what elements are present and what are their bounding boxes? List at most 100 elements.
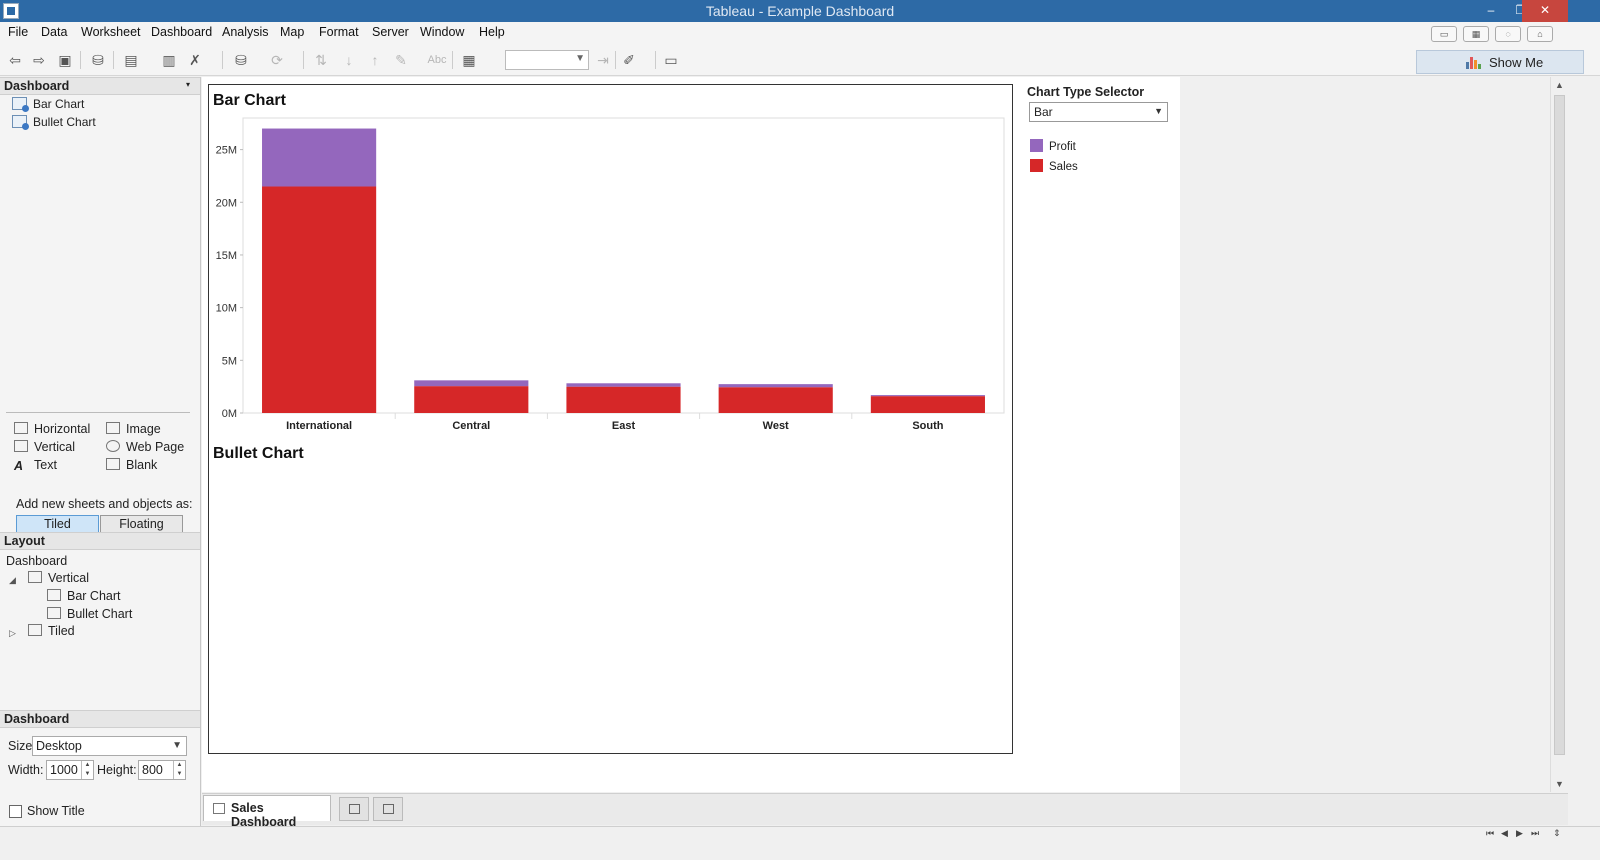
menu-format[interactable]: Format (319, 25, 359, 39)
next-sheet-icon[interactable]: ▶ (1516, 828, 1523, 839)
worksheet-icon (47, 607, 61, 619)
object-vertical[interactable]: Vertical (14, 440, 75, 454)
worksheet-icon (12, 97, 29, 112)
dashboard-icon (213, 803, 225, 814)
last-sheet-icon[interactable]: ⏭ (1531, 828, 1539, 839)
toolbar-divider (655, 51, 656, 69)
close-button[interactable]: ✕ (1522, 0, 1568, 22)
object-text[interactable]: A Text (14, 458, 57, 473)
chart-type-value: Bar (1034, 105, 1053, 119)
expanded-arrow-icon[interactable]: ◢ (9, 575, 16, 586)
menu-map[interactable]: Map (280, 25, 304, 39)
data-source-icon[interactable]: ◌ (1495, 26, 1521, 42)
worksheet-icon (47, 589, 61, 601)
object-label: Horizontal (34, 422, 91, 436)
layout-tree-vertical[interactable]: Vertical (28, 571, 89, 585)
object-horizontal[interactable]: Horizontal (14, 422, 90, 436)
vertical-scrollbar[interactable]: ▲ ▼ (1550, 77, 1568, 792)
new-worksheet-icon[interactable]: ▤ (122, 51, 140, 69)
clear-sheet-icon[interactable]: ✗ (186, 51, 204, 69)
status-bar: ⏮ ◀ ▶ ⏭ ⇕ (0, 826, 1600, 843)
sheet-list-icon[interactable]: ⇕ (1553, 828, 1561, 839)
object-image[interactable]: Image (106, 422, 161, 436)
dashboard-header-label: Dashboard (4, 79, 70, 93)
new-worksheet-tab-button[interactable] (339, 797, 369, 821)
sort-ascending-icon[interactable]: ↓ (340, 51, 358, 69)
web-page-icon (106, 440, 120, 452)
presentation-icon[interactable]: ▭ (662, 51, 680, 69)
fit-dropdown[interactable]: ▼ (505, 50, 589, 70)
menu-data[interactable]: Data (41, 25, 67, 39)
legend-label: Sales (1049, 161, 1078, 173)
menu-help[interactable]: Help (479, 25, 505, 39)
view-size-icon[interactable]: ▦ (460, 51, 478, 69)
tab-sales-dashboard[interactable]: Sales Dashboard (203, 795, 331, 829)
size-dropdown[interactable]: Desktop ▼ (32, 736, 187, 756)
object-blank[interactable]: Blank (106, 458, 157, 472)
annotate-icon[interactable]: ✐ (620, 51, 638, 69)
add-new-objects-label: Add new sheets and objects as: (16, 497, 193, 511)
width-value: 1000 (50, 763, 78, 777)
menu-dashboard[interactable]: Dashboard (151, 25, 212, 39)
width-stepper[interactable]: 1000 ▲ ▼ (46, 760, 94, 780)
worksheet-icon (12, 115, 29, 130)
menu-window[interactable]: Window (420, 25, 464, 39)
chevron-down-icon: ▼ (172, 740, 182, 751)
vertical-container-icon (28, 571, 42, 583)
toolbar-divider (615, 51, 616, 69)
presentation-mode-icon[interactable]: ▭ (1431, 26, 1457, 42)
tree-label: Bullet Chart (67, 607, 133, 621)
show-me-button[interactable]: Show Me (1416, 50, 1584, 74)
section-menu-icon[interactable]: ▾ (186, 80, 190, 89)
layout-tree-dashboard[interactable]: Dashboard (6, 554, 67, 568)
new-dashboard-tab-button[interactable] (373, 797, 403, 821)
legend-item-sales[interactable]: Sales (1030, 159, 1078, 173)
fix-axes-icon[interactable]: ⇥ (594, 51, 612, 69)
menu-server[interactable]: Server (372, 25, 409, 39)
width-label: Width: (8, 763, 44, 777)
previous-sheet-icon[interactable]: ◀ (1501, 828, 1508, 839)
sheet-sorter-icon[interactable]: ▦ (1463, 26, 1489, 42)
tiled-container-icon (28, 624, 42, 636)
menu-file[interactable]: File (8, 25, 28, 39)
menu-worksheet[interactable]: Worksheet (81, 25, 141, 39)
new-dashboard-icon (383, 804, 394, 814)
save-icon[interactable]: ▣ (56, 51, 74, 69)
sort-descending-icon[interactable]: ↑ (366, 51, 384, 69)
scrollbar-thumb[interactable] (1554, 95, 1565, 755)
layout-tree-tiled[interactable]: Tiled (28, 624, 75, 638)
stepper-arrows-icon[interactable]: ▲ ▼ (81, 761, 93, 779)
legend-swatch (1030, 139, 1043, 152)
collapsed-arrow-icon[interactable]: ▷ (9, 628, 16, 639)
legend-item-profit[interactable]: Profit (1030, 139, 1076, 153)
swap-rows-columns-icon[interactable]: ⇅ (312, 51, 330, 69)
minimize-button[interactable]: – (1476, 0, 1506, 22)
layout-tree-bullet-chart[interactable]: Bullet Chart (47, 607, 132, 621)
image-icon (106, 422, 120, 434)
start-page-icon[interactable]: ⌂ (1527, 26, 1553, 42)
highlight-icon[interactable]: ✎ (392, 51, 410, 69)
back-arrow-icon[interactable]: ⇦ (6, 51, 24, 69)
first-sheet-icon[interactable]: ⏮ (1486, 828, 1494, 839)
forward-arrow-icon[interactable]: ⇨ (30, 51, 48, 69)
stepper-arrows-icon[interactable]: ▲ ▼ (173, 761, 185, 779)
height-stepper[interactable]: 800 ▲ ▼ (138, 760, 186, 780)
sheet-item-bullet-chart[interactable]: Bullet Chart (12, 115, 96, 130)
sheet-item-bar-chart[interactable]: Bar Chart (12, 97, 84, 112)
refresh-icon[interactable]: ⟳ (268, 51, 286, 69)
sheet-label: Bullet Chart (33, 115, 96, 129)
chart-type-selector-dropdown[interactable]: Bar ▼ (1029, 102, 1168, 122)
scroll-up-icon[interactable]: ▲ (1555, 80, 1564, 90)
scroll-down-icon[interactable]: ▼ (1555, 779, 1564, 789)
show-title-checkbox[interactable] (9, 805, 22, 818)
bar-chart-icon (1466, 56, 1482, 69)
object-web-page[interactable]: Web Page (106, 440, 184, 454)
new-data-source-icon[interactable]: ⛁ (89, 51, 107, 69)
object-label: Vertical (34, 440, 75, 454)
duplicate-sheet-icon[interactable]: ▥ (160, 51, 178, 69)
pause-updates-icon[interactable]: ⛁ (232, 51, 250, 69)
menu-analysis[interactable]: Analysis (222, 25, 269, 39)
labels-icon[interactable]: Abc (425, 51, 449, 69)
tree-label: Bar Chart (67, 589, 121, 603)
layout-tree-bar-chart[interactable]: Bar Chart (47, 589, 121, 603)
